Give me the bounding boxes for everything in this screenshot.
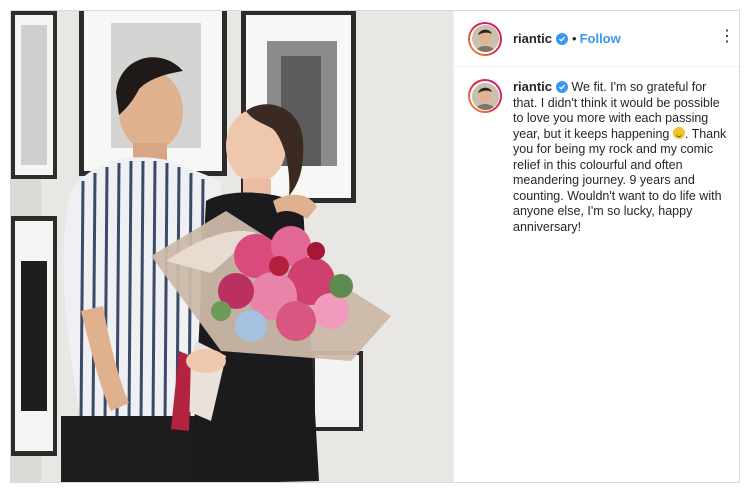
post-photo[interactable]: [11, 11, 453, 482]
post-sidebar: riantic • Follow ⋮ riantic We fit. I'm s…: [453, 11, 739, 482]
separator-dot: •: [572, 31, 577, 46]
avatar[interactable]: [468, 21, 502, 56]
couple-photo-illustration: [11, 11, 453, 482]
verified-badge-icon: [556, 81, 569, 93]
caption-body-end: . Thank you for being my rock and my com…: [513, 126, 727, 234]
follow-button[interactable]: Follow: [580, 31, 621, 46]
more-options-icon[interactable]: ⋮: [719, 29, 735, 45]
avatar-image: [471, 25, 499, 52]
username-link[interactable]: riantic: [513, 31, 552, 46]
grinning-face-emoji-icon: [672, 126, 685, 139]
instagram-post: riantic • Follow ⋮ riantic We fit. I'm s…: [10, 10, 740, 483]
avatar-image: [471, 82, 499, 110]
post-header: riantic • Follow ⋮: [454, 11, 739, 67]
caption-avatar[interactable]: [468, 79, 502, 113]
caption-text: riantic We fit. I'm so grateful for that…: [513, 79, 727, 235]
verified-badge-icon: [556, 32, 569, 45]
caption-username-link[interactable]: riantic: [513, 79, 552, 94]
post-caption: riantic We fit. I'm so grateful for that…: [454, 67, 739, 247]
